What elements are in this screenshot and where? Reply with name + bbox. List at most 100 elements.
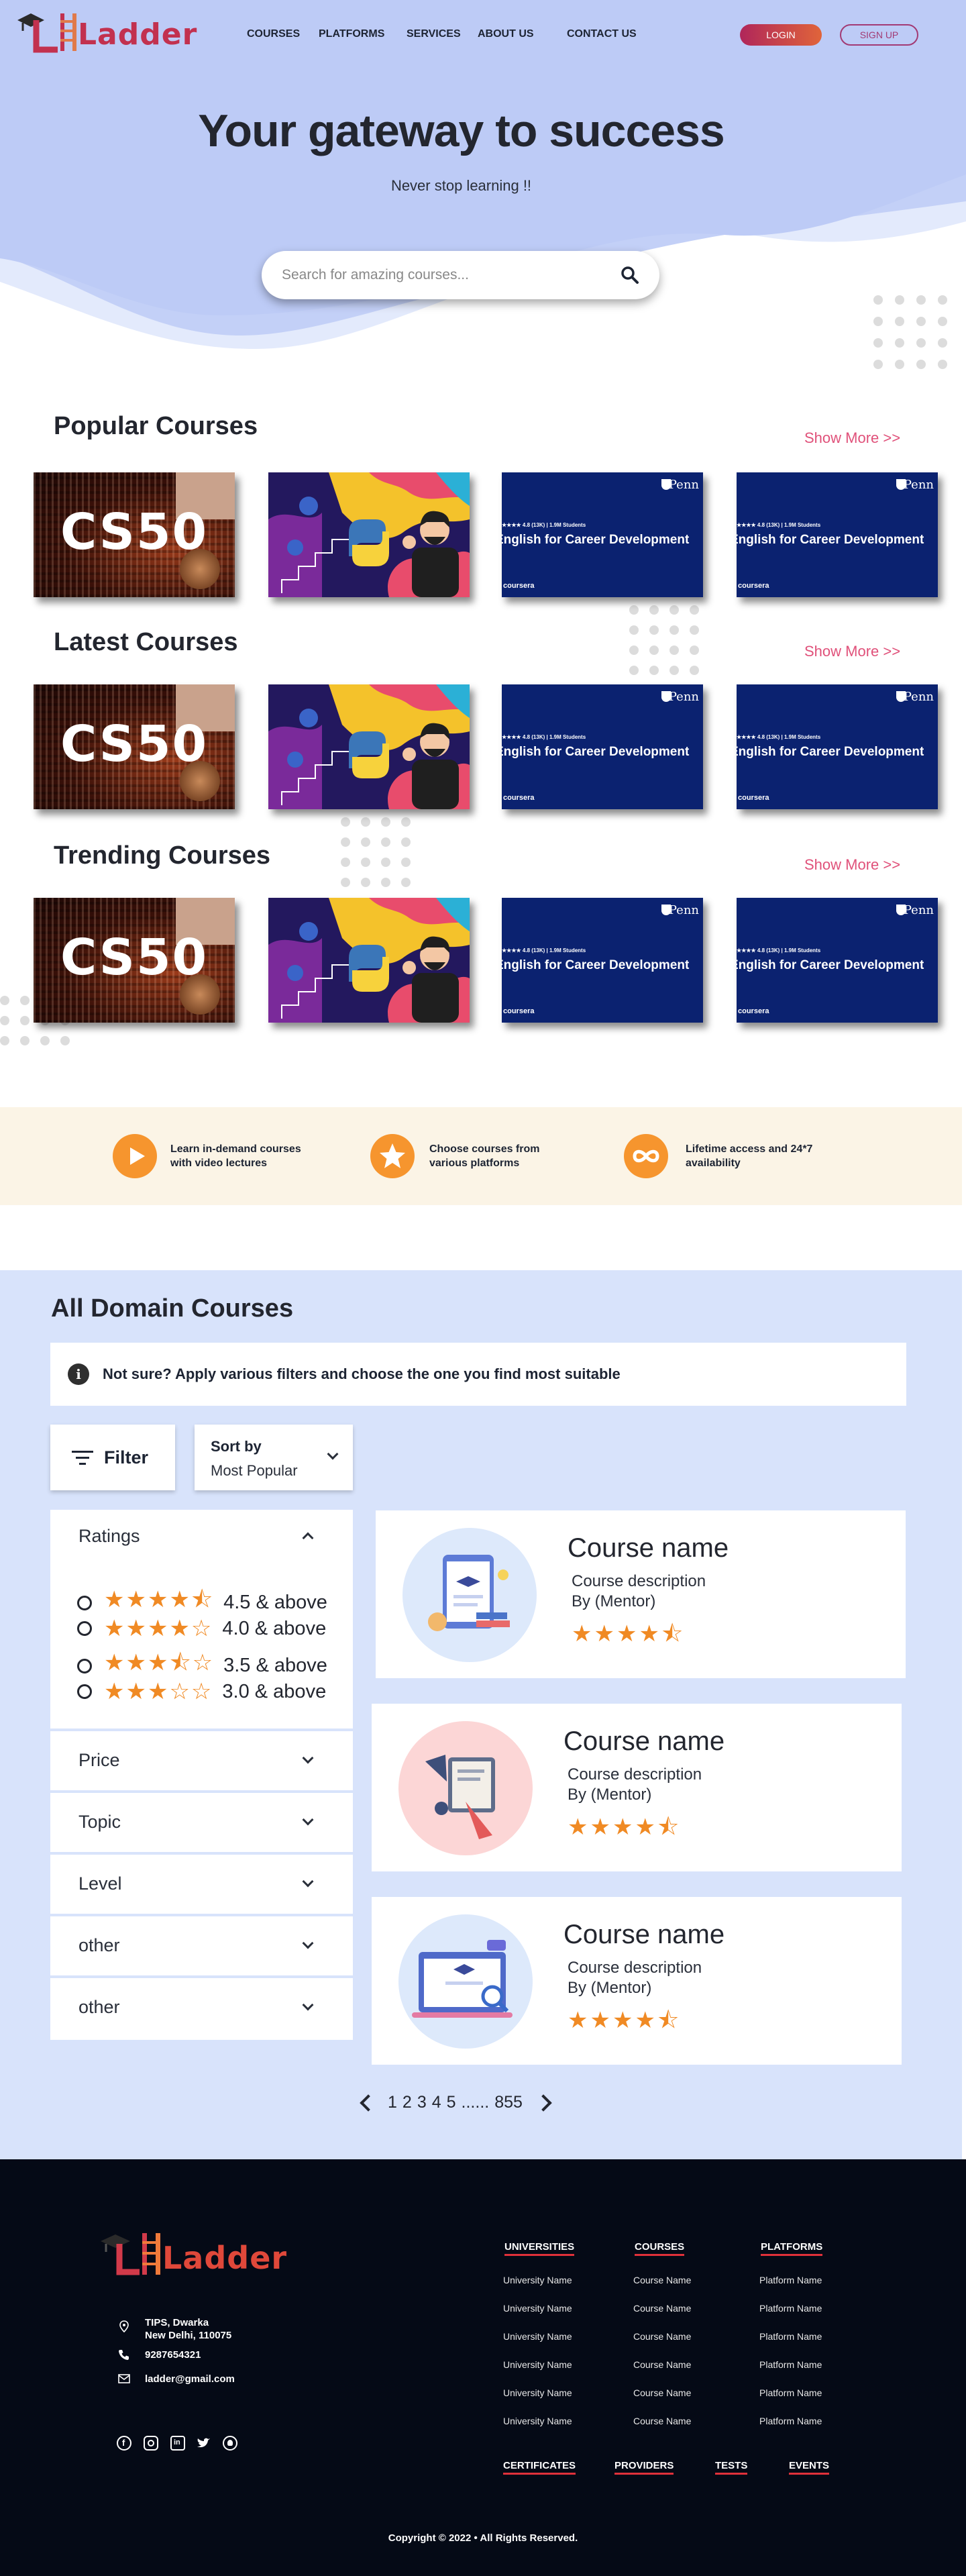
rating-option[interactable]: ★★★☆☆ 3.0 & above: [77, 1678, 326, 1705]
footer-link[interactable]: Course Name: [633, 2387, 691, 2398]
footer-link[interactable]: University Name: [503, 2387, 572, 2398]
decorative-dots: [873, 295, 947, 369]
chevron-down-icon[interactable]: [302, 1999, 314, 2011]
linkedin-icon[interactable]: in: [170, 2436, 185, 2451]
footer-email[interactable]: ladder@gmail.com: [145, 2373, 235, 2385]
filter-group-label: other: [78, 1935, 120, 1955]
github-icon[interactable]: [223, 2436, 237, 2451]
footer-link[interactable]: University Name: [503, 2275, 572, 2285]
footer-link[interactable]: Platform Name: [759, 2416, 822, 2426]
prev-page-icon[interactable]: [360, 2094, 377, 2112]
filter-ratings[interactable]: Ratings ★★★★⯪ 4.5 & above ★★★★☆ 4.0 & above…: [50, 1510, 353, 1731]
search-icon[interactable]: [621, 266, 639, 285]
footer-link[interactable]: University Name: [503, 2416, 572, 2426]
footer-link[interactable]: Course Name: [633, 2275, 691, 2285]
nav-platforms[interactable]: PLATFORMS: [319, 28, 384, 40]
nav-courses[interactable]: COURSES: [247, 28, 300, 40]
course-card[interactable]: Course name Course description By (Mentor)…: [372, 1897, 902, 2065]
course-card-python[interactable]: [268, 684, 470, 809]
course-card-english[interactable]: Penn ★★★★ 4.8 (13K) | 1.9M Students Engl…: [737, 898, 938, 1023]
filter-group[interactable]: Price: [50, 1731, 353, 1793]
course-card-cs50[interactable]: CS50: [34, 898, 235, 1023]
footer-link[interactable]: University Name: [503, 2331, 572, 2342]
footer-phone[interactable]: 9287654321: [145, 2349, 201, 2361]
hero-section: Ladder COURSES PLATFORMS SERVICES ABOUT …: [0, 0, 966, 376]
chevron-down-icon[interactable]: [302, 1875, 314, 1888]
footer-link[interactable]: Course Name: [633, 2303, 691, 2314]
course-card-python[interactable]: [268, 472, 470, 597]
sort-dropdown[interactable]: Sort by Most Popular: [195, 1425, 353, 1490]
footer-bottom-link[interactable]: TESTS: [715, 2460, 748, 2475]
twitter-icon[interactable]: [196, 2436, 211, 2451]
filter-group[interactable]: other: [50, 1916, 353, 1978]
course-card[interactable]: Course name Course description By (Mentor)…: [376, 1510, 906, 1678]
course-card-english[interactable]: Penn ★★★★ 4.8 (13K) | 1.9M Students Engl…: [502, 472, 703, 597]
chevron-down-icon[interactable]: [302, 1937, 314, 1949]
search-input[interactable]: [282, 267, 621, 283]
nav-services[interactable]: SERVICES: [407, 28, 461, 40]
footer-bottom-link[interactable]: EVENTS: [789, 2460, 830, 2475]
footer-column-heading[interactable]: PLATFORMS: [761, 2241, 823, 2256]
login-button[interactable]: LOGIN: [740, 24, 822, 46]
footer-column-heading[interactable]: COURSES: [635, 2241, 685, 2256]
rating-option[interactable]: ★★★★☆ 4.0 & above: [77, 1615, 326, 1642]
nav-contact-us[interactable]: CONTACT US: [567, 28, 637, 40]
search-bar[interactable]: [262, 251, 659, 299]
course-card[interactable]: Course name Course description By (Mentor)…: [372, 1704, 902, 1871]
course-card-cs50[interactable]: CS50: [34, 472, 235, 597]
radio-button[interactable]: [77, 1595, 92, 1610]
filter-button[interactable]: Filter: [50, 1425, 175, 1490]
footer-logo[interactable]: Ladder: [98, 2226, 286, 2280]
footer-link[interactable]: University Name: [503, 2359, 572, 2370]
filter-group[interactable]: other: [50, 1978, 353, 2043]
page-number[interactable]: 1: [388, 2093, 397, 2112]
radio-button[interactable]: [77, 1684, 92, 1699]
course-card-cs50[interactable]: CS50: [34, 684, 235, 809]
radio-button[interactable]: [77, 1658, 92, 1673]
course-card-english[interactable]: Penn ★★★★ 4.8 (13K) | 1.9M Students Engl…: [737, 472, 938, 597]
instagram-icon[interactable]: [144, 2436, 158, 2451]
next-page-icon[interactable]: [535, 2094, 552, 2112]
footer-link[interactable]: Course Name: [633, 2359, 691, 2370]
chevron-up-icon[interactable]: [302, 1532, 314, 1544]
course-card-english[interactable]: Penn ★★★★ 4.8 (13K) | 1.9M Students Engl…: [737, 684, 938, 809]
show-more-popular[interactable]: Show More >>: [804, 429, 900, 447]
course-card-english[interactable]: Penn ★★★★ 4.8 (13K) | 1.9M Students Engl…: [502, 898, 703, 1023]
footer-bottom-link[interactable]: PROVIDERS: [614, 2460, 674, 2475]
footer-link[interactable]: Platform Name: [759, 2359, 822, 2370]
signup-button[interactable]: SIGN UP: [840, 24, 918, 46]
page-number[interactable]: 855: [494, 2093, 523, 2112]
phone-icon: [119, 2350, 129, 2360]
page-number[interactable]: 3: [417, 2093, 427, 2112]
thumbnail-title: English for Career Development: [737, 745, 924, 759]
filter-group[interactable]: Level: [50, 1855, 353, 1916]
chevron-down-icon[interactable]: [302, 1814, 314, 1826]
footer-link[interactable]: Course Name: [633, 2331, 691, 2342]
course-card-english[interactable]: Penn ★★★★ 4.8 (13K) | 1.9M Students Engl…: [502, 684, 703, 809]
filter-group[interactable]: Topic: [50, 1793, 353, 1855]
show-more-latest[interactable]: Show More >>: [804, 643, 900, 660]
footer-logo-wordmark: Ladder: [162, 2240, 288, 2276]
footer-link[interactable]: Platform Name: [759, 2303, 822, 2314]
radio-button[interactable]: [77, 1621, 92, 1636]
page-number[interactable]: 4: [432, 2093, 441, 2112]
nav-about-us[interactable]: ABOUT US: [478, 28, 534, 40]
footer-link[interactable]: Platform Name: [759, 2331, 822, 2342]
logo[interactable]: Ladder: [16, 8, 197, 55]
page-number[interactable]: 5: [447, 2093, 456, 2112]
footer-link[interactable]: Course Name: [633, 2416, 691, 2426]
page-number[interactable]: 2: [402, 2093, 412, 2112]
footer-link[interactable]: University Name: [503, 2303, 572, 2314]
course-mentor: By (Mentor): [572, 1592, 656, 1610]
section-title-trending: Trending Courses: [54, 841, 271, 870]
course-card-python[interactable]: [268, 898, 470, 1023]
thumbnail-rating: ★★★★ 4.8 (13K) | 1.9M Students: [502, 947, 586, 954]
footer-link[interactable]: Platform Name: [759, 2387, 822, 2398]
thumbnail-platform: coursera: [738, 1007, 769, 1015]
footer-bottom-link[interactable]: CERTIFICATES: [503, 2460, 576, 2475]
facebook-icon[interactable]: f: [117, 2436, 131, 2451]
show-more-trending[interactable]: Show More >>: [804, 856, 900, 874]
chevron-down-icon[interactable]: [302, 1752, 314, 1764]
footer-column-heading[interactable]: UNIVERSITIES: [504, 2241, 575, 2256]
footer-link[interactable]: Platform Name: [759, 2275, 822, 2285]
